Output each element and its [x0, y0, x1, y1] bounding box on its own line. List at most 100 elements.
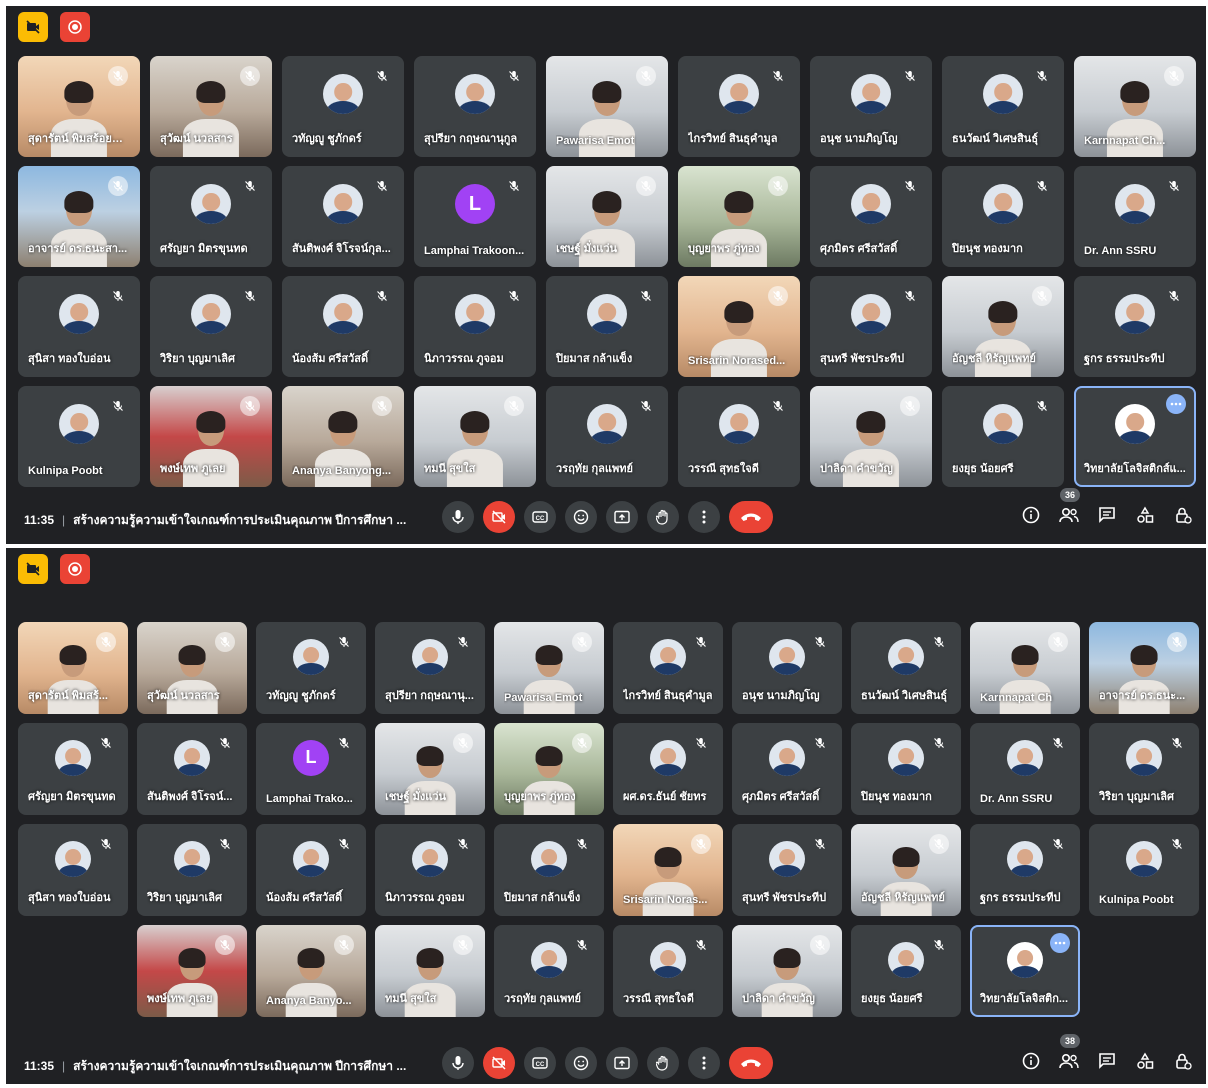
participant-tile[interactable]: Karnnapat Ch... [1074, 56, 1196, 157]
participant-tile[interactable]: อัญชลี หิรัญแพทย์ [851, 824, 961, 916]
record-icon[interactable] [60, 554, 90, 584]
participant-tile[interactable]: Dr. Ann SSRU [970, 723, 1080, 815]
participant-tile[interactable]: วรรณี สุทธใจดี [613, 925, 723, 1017]
more-options-icon[interactable] [688, 1047, 720, 1079]
participant-tile[interactable]: Dr. Ann SSRU [1074, 166, 1196, 267]
participant-tile[interactable]: สุนทรี พัชรประทีป [810, 276, 932, 377]
participant-tile[interactable]: พงษ์เทพ ภูเลย [137, 925, 247, 1017]
participant-tile[interactable]: สุปรียา กฤษณานุ... [375, 622, 485, 714]
participant-tile[interactable]: สุนทรี พัชรประทีป [732, 824, 842, 916]
participant-tile[interactable]: ไกรวิทย์ สินธุคำมูล [613, 622, 723, 714]
people-icon[interactable]: 36 [1058, 488, 1081, 526]
people-icon[interactable]: 38 [1058, 1034, 1081, 1072]
tile-more-options-icon[interactable] [1050, 933, 1070, 953]
participant-tile[interactable]: สุนิสา ทองใบอ่อน [18, 824, 128, 916]
mic-icon[interactable] [442, 501, 474, 533]
present-icon[interactable] [606, 501, 638, 533]
raise-hand-icon[interactable] [647, 501, 679, 533]
participant-tile[interactable]: ทมนี สุขใส [375, 925, 485, 1017]
participant-tile[interactable]: นิภาวรรณ ภูจอม [414, 276, 536, 377]
participant-tile[interactable]: Ananya Banyo... [256, 925, 366, 1017]
participant-tile[interactable]: ศุภมิตร ศรีสวัสดิ์ [810, 166, 932, 267]
participant-tile[interactable]: สันติพงศ์ จิโรจน์กุล... [282, 166, 404, 267]
info-icon[interactable] [1020, 504, 1042, 526]
participant-tile[interactable]: อนุช นามภิญโญ [810, 56, 932, 157]
present-icon[interactable] [606, 1047, 638, 1079]
participant-tile[interactable]: Pawarisa Emot [546, 56, 668, 157]
participant-tile[interactable]: ธนวัฒน์ วิเศษสินธุ์ [851, 622, 961, 714]
captions-icon[interactable]: CC [524, 501, 556, 533]
participant-tile[interactable]: Srisarin Norased... [678, 276, 800, 377]
participant-tile[interactable]: อาจารย์ ดร.ธนะสา... [18, 166, 140, 267]
participant-tile[interactable]: ทมนี สุขใส [414, 386, 536, 487]
participant-tile[interactable]: วิริยา บุญมาเลิศ [137, 824, 247, 916]
participant-tile[interactable]: เชษฐ์ มั่งแว่น [375, 723, 485, 815]
participant-tile[interactable]: ยงยุธ น้อยศรี [851, 925, 961, 1017]
participant-tile[interactable]: วิริยา บุญมาเลิศ [150, 276, 272, 377]
participant-tile[interactable]: นิภาวรรณ ภูจอม [375, 824, 485, 916]
raise-hand-icon[interactable] [647, 1047, 679, 1079]
tile-more-options-icon[interactable] [1166, 394, 1186, 414]
camera-off-icon[interactable] [483, 501, 515, 533]
participant-tile[interactable]: ยงยุธ น้อยศรี [942, 386, 1064, 487]
participant-tile[interactable]: ฐกร ธรรมประทีป [970, 824, 1080, 916]
participant-tile[interactable]: วทัญญู ชูภักดร์ [282, 56, 404, 157]
participant-tile[interactable]: L Lamphai Trakoon... [414, 166, 536, 267]
participant-tile[interactable]: สุนิสา ทองใบอ่อน [18, 276, 140, 377]
participant-tile[interactable]: Pawarisa Emot [494, 622, 604, 714]
participant-tile[interactable]: ศุภมิตร ศรีสวัสดิ์ [732, 723, 842, 815]
participant-tile[interactable]: วทัญญู ชูภักดร์ [256, 622, 366, 714]
participant-tile[interactable]: L Lamphai Trako... [256, 723, 366, 815]
emoji-icon[interactable] [565, 1047, 597, 1079]
participant-tile[interactable]: ปาลิดา คำขวัญ [732, 925, 842, 1017]
captions-icon[interactable]: CC [524, 1047, 556, 1079]
chat-icon[interactable] [1096, 504, 1118, 526]
info-icon[interactable] [1020, 1050, 1042, 1072]
participant-tile[interactable]: สุวัฒน์ นวลสาร [137, 622, 247, 714]
participant-tile[interactable]: วรฤทัย กุลแพทย์ [546, 386, 668, 487]
participant-tile[interactable]: Srisarin Noras... [613, 824, 723, 916]
participant-tile[interactable]: อัญชลี หิรัญแพทย์ [942, 276, 1064, 377]
participant-tile[interactable]: ปิยนุช ทองมาก [942, 166, 1064, 267]
participant-tile[interactable]: ผศ.ดร.ธันย์ ชัยทร [613, 723, 723, 815]
participant-tile[interactable]: สุดารัตน์ พิมสร้อยทอ... [18, 56, 140, 157]
camera-off-icon[interactable] [483, 1047, 515, 1079]
activities-icon[interactable] [1134, 1050, 1156, 1072]
participant-tile[interactable]: ศรัญยา มิตรขุนทด [18, 723, 128, 815]
participant-tile[interactable]: Karnnapat Ch [970, 622, 1080, 714]
host-controls-icon[interactable] [1172, 504, 1194, 526]
end-call-icon[interactable] [729, 501, 773, 533]
participant-tile[interactable]: Ananya Banyong... [282, 386, 404, 487]
participant-tile[interactable]: Kulnipa Poobt [1089, 824, 1199, 916]
participant-tile[interactable]: อนุช นามภิญโญ [732, 622, 842, 714]
participant-tile[interactable]: น้องส้ม ศรีสวัสดิ์ [256, 824, 366, 916]
participant-tile[interactable]: สุวัฒน์ นวลสาร [150, 56, 272, 157]
participant-tile[interactable]: วรรณี สุทธใจดี [678, 386, 800, 487]
participant-tile[interactable]: สุปรียา กฤษณานุกูล [414, 56, 536, 157]
participant-tile[interactable]: ปาลิดา คำขวัญ [810, 386, 932, 487]
participant-tile[interactable]: ฐกร ธรรมประทีป [1074, 276, 1196, 377]
participant-tile[interactable]: ไกรวิทย์ สินธุคำมูล [678, 56, 800, 157]
participant-tile[interactable]: สันติพงศ์ จิโรจน์... [137, 723, 247, 815]
participant-tile[interactable]: ปิยมาส กล้าแข็ง [494, 824, 604, 916]
self-tile[interactable]: วิทยาลัยโลจิสติกส์แ... [1074, 386, 1196, 487]
participant-tile[interactable]: น้องส้ม ศรีสวัสดิ์ [282, 276, 404, 377]
participant-tile[interactable]: ปิยนุช ทองมาก [851, 723, 961, 815]
participant-tile[interactable]: อาจารย์ ดร.ธนะ... [1089, 622, 1199, 714]
video-off-badge-icon[interactable] [18, 554, 48, 584]
participant-tile[interactable]: วิริยา บุญมาเลิศ [1089, 723, 1199, 815]
mic-icon[interactable] [442, 1047, 474, 1079]
chat-icon[interactable] [1096, 1050, 1118, 1072]
participant-tile[interactable]: บุญยาพร ภู่ทอง [494, 723, 604, 815]
host-controls-icon[interactable] [1172, 1050, 1194, 1072]
self-tile[interactable]: วิทยาลัยโลจิสติก... [970, 925, 1080, 1017]
participant-tile[interactable]: วรฤทัย กุลแพทย์ [494, 925, 604, 1017]
participant-tile[interactable]: ศรัญยา มิตรขุนทด [150, 166, 272, 267]
participant-tile[interactable]: ปิยมาส กล้าแข็ง [546, 276, 668, 377]
activities-icon[interactable] [1134, 504, 1156, 526]
video-off-badge-icon[interactable] [18, 12, 48, 42]
participant-tile[interactable]: Kulnipa Poobt [18, 386, 140, 487]
emoji-icon[interactable] [565, 501, 597, 533]
participant-tile[interactable]: บุญยาพร ภู่ทอง [678, 166, 800, 267]
participant-tile[interactable]: สุดารัตน์ พิมสร้... [18, 622, 128, 714]
